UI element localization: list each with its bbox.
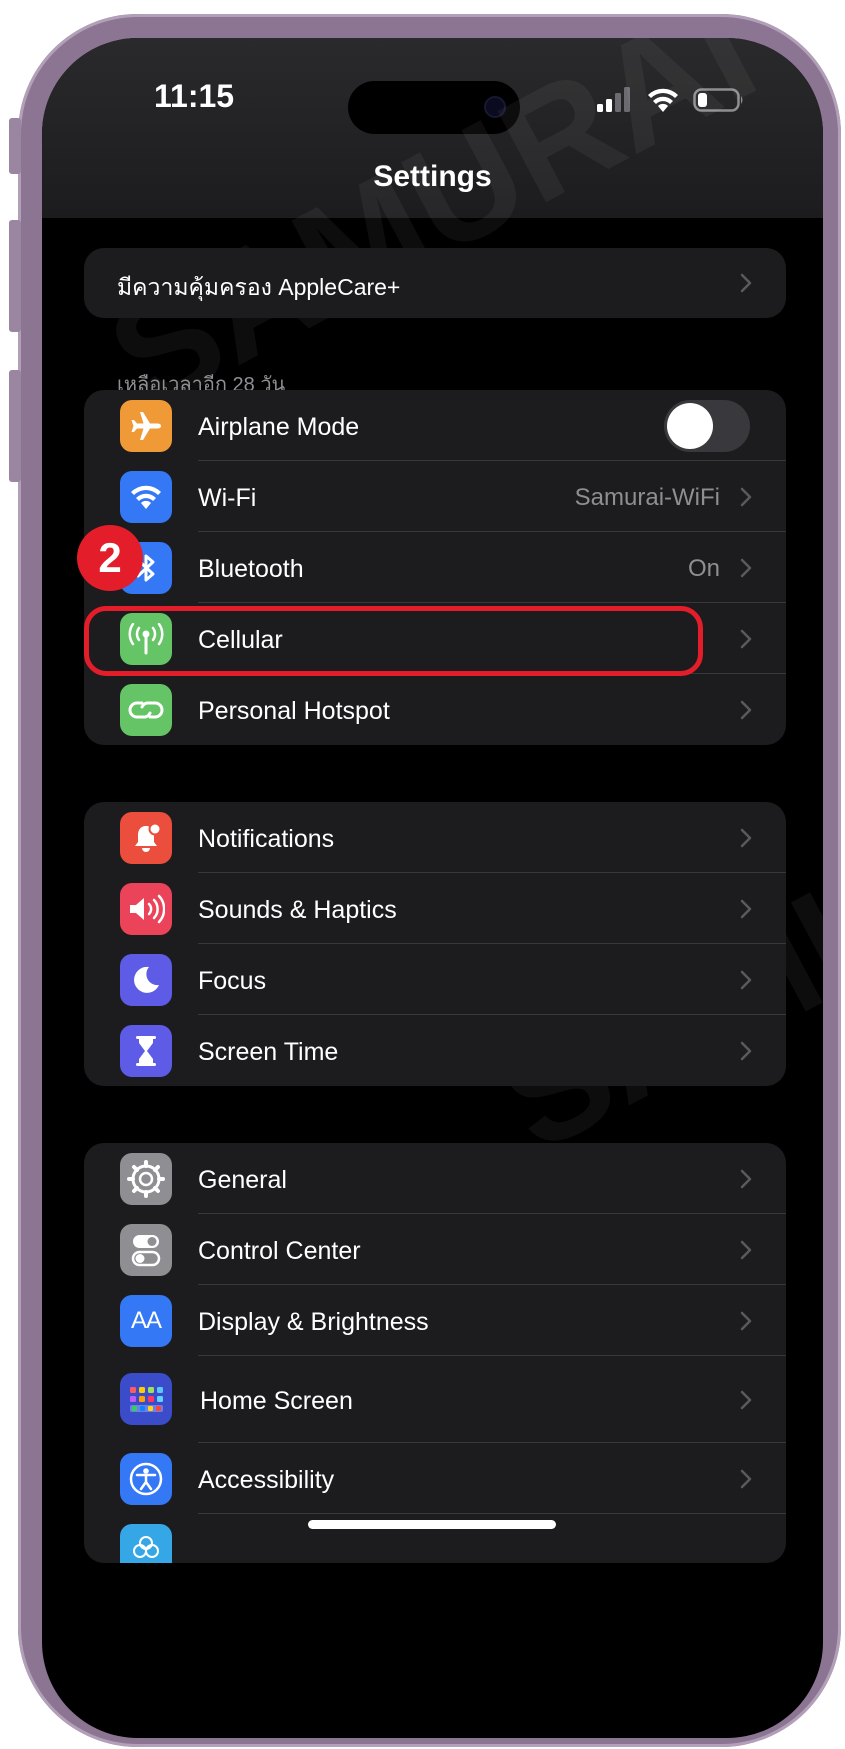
control-center-label: Control Center bbox=[198, 1237, 361, 1265]
screen-time-row[interactable]: Screen Time bbox=[84, 1015, 786, 1086]
bluetooth-value: On bbox=[687, 555, 720, 582]
display-brightness-row[interactable]: AA Display & Brightness bbox=[84, 1285, 786, 1356]
personal-hotspot-label: Personal Hotspot bbox=[198, 697, 390, 725]
action-button bbox=[9, 118, 21, 174]
wifi-network-value: Samurai-WiFi bbox=[574, 484, 720, 511]
navigation-bar: 11:15 Settings bbox=[42, 38, 823, 218]
wifi-status-icon bbox=[648, 88, 678, 112]
airplane-mode-toggle[interactable] bbox=[664, 400, 750, 452]
sounds-haptics-label: Sounds & Haptics bbox=[198, 896, 397, 924]
personal-hotspot-row[interactable]: Personal Hotspot bbox=[84, 674, 786, 745]
chevron-right-icon bbox=[740, 1169, 752, 1189]
chevron-right-icon bbox=[740, 273, 752, 293]
general-row[interactable]: General bbox=[84, 1143, 786, 1214]
chevron-right-icon bbox=[740, 1469, 752, 1489]
focus-label: Focus bbox=[198, 967, 267, 995]
camera-icon bbox=[484, 96, 506, 118]
notifications-row[interactable]: Notifications bbox=[84, 802, 786, 873]
status-icons bbox=[597, 82, 745, 118]
notifications-label: Notifications bbox=[198, 825, 335, 853]
cellular-highlight-box bbox=[84, 606, 703, 676]
control-center-row[interactable]: Control Center bbox=[84, 1214, 786, 1285]
chevron-right-icon bbox=[740, 899, 752, 919]
text-size-icon: AA bbox=[120, 1295, 172, 1347]
wallpaper-icon bbox=[120, 1524, 172, 1563]
step-badge: 2 bbox=[77, 525, 143, 591]
moon-icon bbox=[120, 954, 172, 1006]
chevron-right-icon bbox=[740, 970, 752, 990]
home-indicator[interactable] bbox=[308, 1520, 556, 1529]
chevron-right-icon bbox=[740, 1240, 752, 1260]
chevron-right-icon bbox=[740, 629, 752, 649]
battery-icon bbox=[693, 88, 743, 112]
bell-icon bbox=[120, 812, 172, 864]
chevron-right-icon bbox=[740, 558, 752, 578]
chevron-right-icon bbox=[740, 1041, 752, 1061]
status-time: 11:15 bbox=[154, 78, 235, 114]
home-screen-row[interactable]: Home Screen bbox=[84, 1356, 786, 1443]
chevron-right-icon bbox=[740, 1390, 752, 1410]
volume-down-button bbox=[9, 370, 21, 482]
cellular-signal-icon bbox=[597, 87, 630, 112]
bluetooth-label: Bluetooth bbox=[198, 555, 304, 583]
screen-time-label: Screen Time bbox=[198, 1038, 339, 1066]
sounds-haptics-row[interactable]: Sounds & Haptics bbox=[84, 873, 786, 944]
chevron-right-icon bbox=[740, 487, 752, 507]
general-group: General Control Center AA Display & Brig… bbox=[84, 1143, 786, 1563]
hotspot-link-icon bbox=[120, 684, 172, 736]
wifi-icon bbox=[120, 471, 172, 523]
hourglass-icon bbox=[120, 1025, 172, 1077]
airplane-icon bbox=[120, 400, 172, 452]
speaker-icon bbox=[120, 883, 172, 935]
phone-screen: 11:15 Settings SAMURAI SAMURAI bbox=[42, 38, 823, 1738]
accessibility-row[interactable]: Accessibility bbox=[84, 1443, 786, 1514]
wifi-row[interactable]: Wi-Fi Samurai-WiFi bbox=[84, 461, 786, 532]
alerts-group: Notifications Sounds & Haptics Focus Scr… bbox=[84, 802, 786, 1086]
text-size-glyph: AA bbox=[130, 1307, 162, 1334]
connectivity-group: Airplane Mode Wi-Fi Samurai-WiFi Bluetoo… bbox=[84, 390, 786, 745]
switches-icon bbox=[120, 1224, 172, 1276]
bluetooth-row[interactable]: Bluetooth On bbox=[84, 532, 786, 603]
chevron-right-icon bbox=[740, 700, 752, 720]
wifi-label: Wi-Fi bbox=[198, 484, 257, 512]
applecare-group: มีความคุ้มครอง AppleCare+ bbox=[84, 248, 786, 318]
applecare-label: มีความคุ้มครอง AppleCare+ bbox=[117, 274, 401, 300]
focus-row[interactable]: Focus bbox=[84, 944, 786, 1015]
applecare-row[interactable]: มีความคุ้มครอง AppleCare+ bbox=[84, 248, 786, 318]
gear-icon bbox=[120, 1153, 172, 1205]
toggle-knob bbox=[667, 403, 713, 449]
chevron-right-icon bbox=[740, 828, 752, 848]
airplane-mode-row: Airplane Mode bbox=[84, 390, 786, 461]
display-brightness-label: Display & Brightness bbox=[198, 1308, 429, 1336]
accessibility-label: Accessibility bbox=[198, 1466, 335, 1494]
volume-up-button bbox=[9, 220, 21, 332]
page-title: Settings bbox=[373, 160, 492, 193]
airplane-mode-label: Airplane Mode bbox=[198, 413, 360, 441]
chevron-right-icon bbox=[740, 1311, 752, 1331]
general-label: General bbox=[198, 1166, 287, 1194]
accessibility-icon bbox=[120, 1453, 172, 1505]
home-screen-label: Home Screen bbox=[200, 1387, 353, 1415]
app-grid-icon bbox=[120, 1373, 172, 1425]
